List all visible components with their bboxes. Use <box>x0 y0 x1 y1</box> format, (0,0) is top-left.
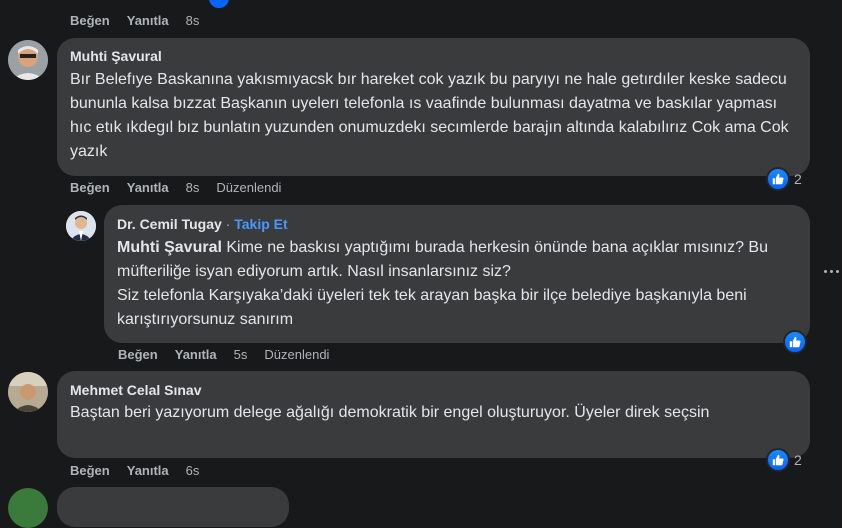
avatar[interactable] <box>66 211 96 241</box>
comment-author[interactable]: Dr. Cemil Tugay <box>117 216 222 232</box>
thumbs-up-icon <box>766 448 790 472</box>
timestamp[interactable]: 6s <box>186 463 200 479</box>
reaction-summary[interactable] <box>783 330 807 354</box>
reply-link[interactable]: Yanıtla <box>127 463 169 479</box>
like-link[interactable]: Beğen <box>70 13 110 29</box>
reply-bubble: Dr. Cemil Tugay · Takip Et Muhti Şavural… <box>104 205 810 343</box>
timestamp[interactable]: 5s <box>234 347 248 363</box>
avatar[interactable] <box>8 488 48 528</box>
mention-link[interactable]: Muhti Şavural <box>117 239 222 256</box>
comment-author[interactable]: Muhti Şavural <box>70 48 162 64</box>
edited-label[interactable]: Düzenlendi <box>216 180 281 196</box>
comment-text: Bır Belefıye Baskanına yakısmıyacsk bır … <box>70 71 789 160</box>
follow-link[interactable]: Takip Et <box>234 216 287 232</box>
reply-header: Dr. Cemil Tugay · Takip Et <box>117 216 288 232</box>
reaction-summary[interactable]: 2 <box>766 167 802 191</box>
like-link[interactable]: Beğen <box>70 180 110 196</box>
comment-text: Muhti Şavural Kime ne baskısı yaptığımı … <box>117 236 797 332</box>
comment-actions: Beğen Yanıtla 6s <box>70 463 199 479</box>
avatar[interactable] <box>8 40 48 80</box>
edited-label[interactable]: Düzenlendi <box>264 347 329 363</box>
separator: · <box>225 216 231 232</box>
like-link[interactable]: Beğen <box>70 463 110 479</box>
timestamp[interactable]: 8s <box>186 180 200 196</box>
comment-bubble: Muhti Şavural Bır Belefıye Baskanına yak… <box>57 38 810 176</box>
comment-bubble <box>57 487 289 527</box>
reaction-count: 2 <box>794 171 802 187</box>
comment-author[interactable]: Mehmet Celal Sınav <box>70 382 202 398</box>
reaction-count: 2 <box>794 452 802 468</box>
top-comment-actions: Beğen Yanıtla 8s <box>70 13 199 29</box>
like-reaction-icon-partial[interactable] <box>207 0 231 10</box>
like-link[interactable]: Beğen <box>118 347 158 363</box>
reply-link[interactable]: Yanıtla <box>175 347 217 363</box>
more-options-icon[interactable] <box>824 266 842 276</box>
avatar[interactable] <box>8 372 48 412</box>
reply-link[interactable]: Yanıtla <box>127 180 169 196</box>
comment-actions: Beğen Yanıtla 5s Düzenlendi <box>118 347 329 363</box>
comment-text: Baştan beri yazıyorum delege ağalığı dem… <box>70 404 710 421</box>
reply-link[interactable]: Yanıtla <box>127 13 169 29</box>
reaction-summary[interactable]: 2 <box>766 448 802 472</box>
timestamp[interactable]: 8s <box>186 13 200 29</box>
comment-actions: Beğen Yanıtla 8s Düzenlendi <box>70 180 281 196</box>
thumbs-up-icon <box>783 330 807 354</box>
comment-text-part: Siz telefonla Karşıyaka’daki üyeleri tek… <box>117 287 747 328</box>
comment-bubble: Mehmet Celal Sınav Baştan beri yazıyorum… <box>57 371 810 458</box>
thumbs-up-icon <box>766 167 790 191</box>
